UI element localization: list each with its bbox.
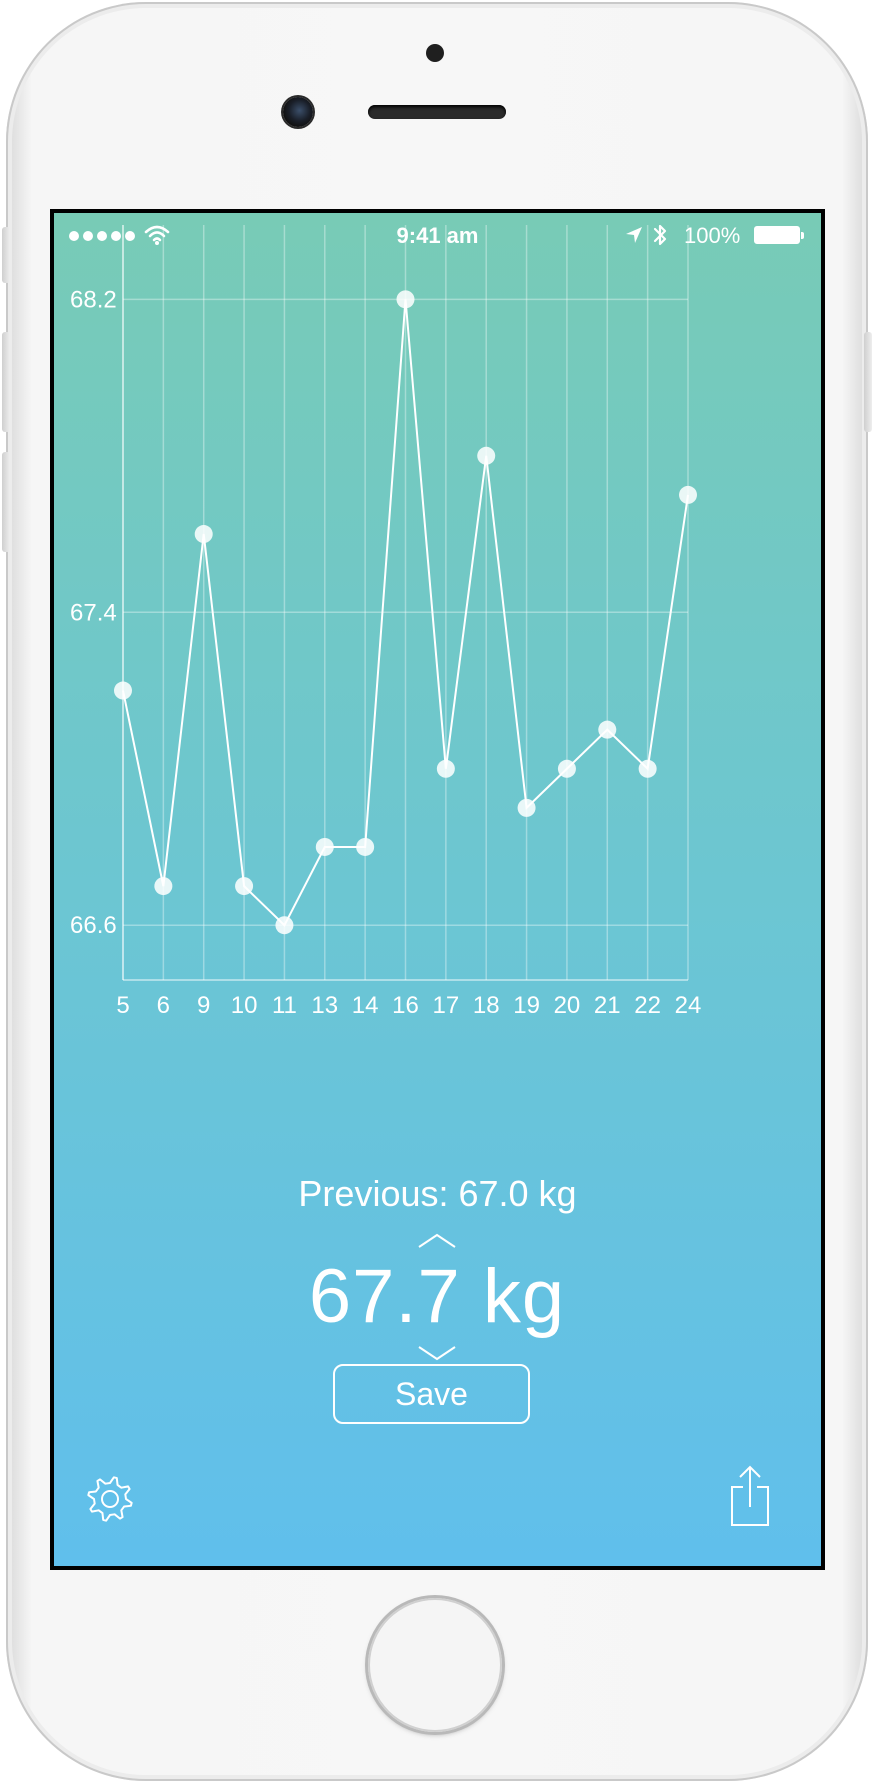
x-tick-label: 17 [433,992,460,1019]
data-point [557,759,576,778]
x-tick-label: 22 [634,992,661,1019]
data-point [154,877,173,896]
x-tick-label: 10 [231,992,258,1019]
x-tick-label: 21 [594,992,621,1019]
x-tick-label: 6 [157,992,170,1019]
x-tick-label: 20 [554,992,581,1019]
current-weight-value: 67.7 kg [308,1254,566,1339]
data-point [638,759,657,778]
app-screen: 9:41 am 100% 5 6 9 10 11 13 14 16 17 18 19 20 21 22 24… [54,213,821,1566]
data-point [235,877,254,896]
proximity-sensor [426,44,444,62]
save-button[interactable]: Save [333,1364,530,1424]
x-tick-label: 11 [272,992,297,1019]
data-point [436,759,455,778]
x-tick-label: 16 [392,992,419,1019]
share-icon[interactable] [729,1465,771,1527]
chevron-down-icon[interactable] [287,1345,587,1361]
x-tick-label: 13 [311,992,338,1019]
data-point [275,916,294,935]
data-point [114,681,132,700]
gear-icon[interactable] [84,1473,136,1525]
data-point [477,446,496,465]
x-tick-label: 18 [473,992,500,1019]
data-point [517,798,536,817]
previous-weight-label: Previous: 67.0 kg [298,1173,577,1214]
data-point [679,485,697,504]
y-tick-label: 67.4 [70,599,117,626]
x-tick-label: 19 [513,992,540,1019]
data-point [356,837,375,856]
y-tick-label: 66.6 [70,912,117,939]
power-button [864,332,872,432]
x-tick-label: 5 [116,992,129,1019]
chevron-up-icon[interactable] [287,1233,587,1249]
data-point [315,837,334,856]
mute-switch [2,227,10,283]
x-tick-label: 9 [197,992,210,1019]
volume-down-button [2,452,10,552]
weight-line-chart: 5 6 9 10 11 13 14 16 17 18 19 20 21 22 24 66.6 67.4 68.2 [70,225,702,1019]
earpiece-speaker [368,105,506,119]
data-point [396,290,415,309]
data-point [194,525,213,544]
weight-stepper[interactable]: 67.7 kg [287,1233,587,1363]
data-point [598,720,617,739]
y-tick-label: 68.2 [70,286,117,313]
front-camera [283,97,313,127]
volume-up-button [2,332,10,432]
home-button[interactable] [368,1598,502,1732]
x-tick-label: 14 [352,992,379,1019]
x-tick-label: 24 [675,992,702,1019]
